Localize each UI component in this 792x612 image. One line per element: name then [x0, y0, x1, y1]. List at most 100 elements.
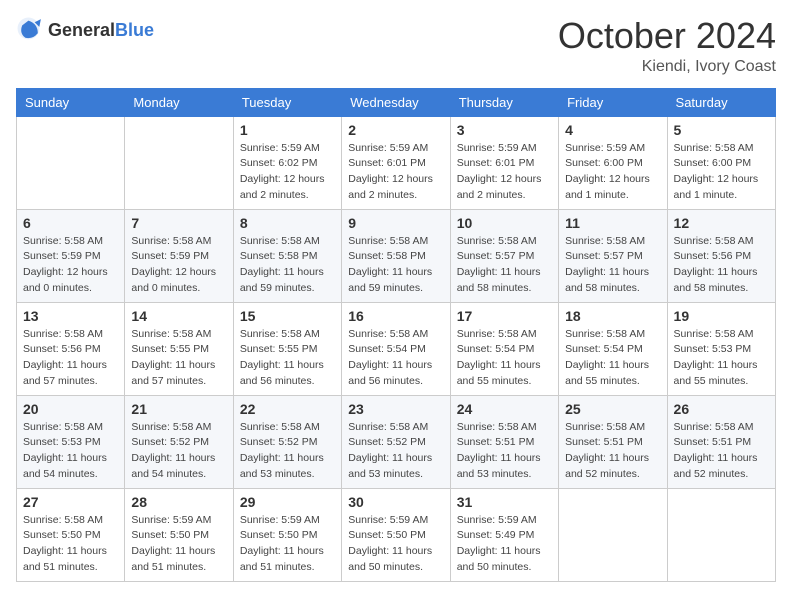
day-detail: Sunrise: 5:58 AMSunset: 5:54 PMDaylight:…	[565, 327, 660, 390]
day-detail: Sunrise: 5:58 AMSunset: 5:59 PMDaylight:…	[131, 234, 226, 297]
calendar-cell	[125, 116, 233, 209]
month-title: October 2024	[558, 16, 776, 56]
calendar-cell: 14Sunrise: 5:58 AMSunset: 5:55 PMDayligh…	[125, 302, 233, 395]
title-area: October 2024 Kiendi, Ivory Coast	[558, 16, 776, 76]
day-number: 7	[131, 215, 226, 231]
day-number: 31	[457, 494, 552, 510]
calendar-cell: 23 Sunrise: 5:58 AMSunset: 5:52 PMDayligh…	[342, 395, 450, 488]
calendar-cell: 25 Sunrise: 5:58 AMSunset: 5:51 PMDayligh…	[559, 395, 667, 488]
calendar-cell: 10 Sunrise: 5:58 AMSunset: 5:57 PMDayligh…	[450, 209, 558, 302]
day-detail: Sunrise: 5:59 AMSunset: 6:01 PMDaylight:…	[348, 141, 443, 204]
day-number: 29	[240, 494, 335, 510]
calendar-cell: 19 Sunrise: 5:58 AMSunset: 5:53 PMDayligh…	[667, 302, 775, 395]
calendar-cell: 9Sunrise: 5:58 AMSunset: 5:58 PMDaylight…	[342, 209, 450, 302]
calendar-cell: 16 Sunrise: 5:58 AMSunset: 5:54 PMDayligh…	[342, 302, 450, 395]
weekday-header-monday: Monday	[125, 88, 233, 116]
calendar-cell: 18 Sunrise: 5:58 AMSunset: 5:54 PMDayligh…	[559, 302, 667, 395]
calendar-cell: 24 Sunrise: 5:58 AMSunset: 5:51 PMDayligh…	[450, 395, 558, 488]
week-row-4: 27 Sunrise: 5:58 AMSunset: 5:50 PMDayligh…	[17, 488, 776, 581]
day-detail: Sunrise: 5:59 AMSunset: 5:50 PMDaylight:…	[348, 513, 443, 576]
week-row-3: 20Sunrise: 5:58 AMSunset: 5:53 PMDayligh…	[17, 395, 776, 488]
day-detail: Sunrise: 5:58 AMSunset: 5:56 PMDaylight:…	[674, 234, 769, 297]
weekday-header-tuesday: Tuesday	[233, 88, 341, 116]
day-number: 13	[23, 308, 118, 324]
day-number: 22	[240, 401, 335, 417]
calendar-cell: 29 Sunrise: 5:59 AMSunset: 5:50 PMDayligh…	[233, 488, 341, 581]
day-number: 14	[131, 308, 226, 324]
day-number: 1	[240, 122, 335, 138]
day-number: 9	[348, 215, 443, 231]
calendar-cell: 2 Sunrise: 5:59 AMSunset: 6:01 PMDaylight…	[342, 116, 450, 209]
logo-text-blue: Blue	[115, 20, 154, 40]
calendar-cell: 13 Sunrise: 5:58 AMSunset: 5:56 PMDayligh…	[17, 302, 125, 395]
day-detail: Sunrise: 5:59 AMSunset: 5:50 PMDaylight:…	[131, 513, 226, 576]
day-detail: Sunrise: 5:58 AMSunset: 5:53 PMDaylight:…	[674, 327, 769, 390]
day-detail: Sunrise: 5:58 AMSunset: 5:54 PMDaylight:…	[457, 327, 552, 390]
day-detail: Sunrise: 5:58 AMSunset: 5:55 PMDaylight:…	[240, 327, 335, 390]
day-detail: Sunrise: 5:58 AMSunset: 5:59 PMDaylight:…	[23, 234, 118, 297]
calendar-cell: 17Sunrise: 5:58 AMSunset: 5:54 PMDayligh…	[450, 302, 558, 395]
day-number: 3	[457, 122, 552, 138]
calendar-cell: 4Sunrise: 5:59 AMSunset: 6:00 PMDaylight…	[559, 116, 667, 209]
page-header: GeneralBlue October 2024 Kiendi, Ivory C…	[16, 16, 776, 76]
day-detail: Sunrise: 5:58 AMSunset: 5:51 PMDaylight:…	[457, 420, 552, 483]
day-number: 15	[240, 308, 335, 324]
calendar-cell: 30 Sunrise: 5:59 AMSunset: 5:50 PMDayligh…	[342, 488, 450, 581]
calendar-cell: 20Sunrise: 5:58 AMSunset: 5:53 PMDayligh…	[17, 395, 125, 488]
day-number: 6	[23, 215, 118, 231]
day-number: 19	[674, 308, 769, 324]
calendar-cell: 6 Sunrise: 5:58 AMSunset: 5:59 PMDaylight…	[17, 209, 125, 302]
day-number: 25	[565, 401, 660, 417]
day-detail: Sunrise: 5:59 AMSunset: 6:02 PMDaylight:…	[240, 141, 335, 204]
calendar-cell: 27 Sunrise: 5:58 AMSunset: 5:50 PMDayligh…	[17, 488, 125, 581]
week-row-1: 6 Sunrise: 5:58 AMSunset: 5:59 PMDaylight…	[17, 209, 776, 302]
calendar-cell: 22Sunrise: 5:58 AMSunset: 5:52 PMDayligh…	[233, 395, 341, 488]
day-number: 23	[348, 401, 443, 417]
day-detail: Sunrise: 5:58 AMSunset: 5:54 PMDaylight:…	[348, 327, 443, 390]
day-number: 16	[348, 308, 443, 324]
day-number: 2	[348, 122, 443, 138]
day-detail: Sunrise: 5:58 AMSunset: 5:56 PMDaylight:…	[23, 327, 118, 390]
day-number: 4	[565, 122, 660, 138]
day-detail: Sunrise: 5:58 AMSunset: 5:51 PMDaylight:…	[674, 420, 769, 483]
day-number: 10	[457, 215, 552, 231]
calendar-cell: 8Sunrise: 5:58 AMSunset: 5:58 PMDaylight…	[233, 209, 341, 302]
calendar-cell	[17, 116, 125, 209]
day-detail: Sunrise: 5:59 AMSunset: 5:49 PMDaylight:…	[457, 513, 552, 576]
weekday-header-saturday: Saturday	[667, 88, 775, 116]
day-detail: Sunrise: 5:59 AMSunset: 5:50 PMDaylight:…	[240, 513, 335, 576]
weekday-header-thursday: Thursday	[450, 88, 558, 116]
calendar-cell: 21 Sunrise: 5:58 AMSunset: 5:52 PMDayligh…	[125, 395, 233, 488]
week-row-2: 13 Sunrise: 5:58 AMSunset: 5:56 PMDayligh…	[17, 302, 776, 395]
calendar-cell: 3 Sunrise: 5:59 AMSunset: 6:01 PMDaylight…	[450, 116, 558, 209]
calendar-table: SundayMondayTuesdayWednesdayThursdayFrid…	[16, 88, 776, 582]
day-number: 20	[23, 401, 118, 417]
day-detail: Sunrise: 5:58 AMSunset: 5:57 PMDaylight:…	[565, 234, 660, 297]
weekday-header-sunday: Sunday	[17, 88, 125, 116]
weekday-header-row: SundayMondayTuesdayWednesdayThursdayFrid…	[17, 88, 776, 116]
week-row-0: 1 Sunrise: 5:59 AMSunset: 6:02 PMDaylight…	[17, 116, 776, 209]
day-number: 27	[23, 494, 118, 510]
day-detail: Sunrise: 5:58 AMSunset: 5:52 PMDaylight:…	[131, 420, 226, 483]
day-detail: Sunrise: 5:58 AMSunset: 5:57 PMDaylight:…	[457, 234, 552, 297]
day-detail: Sunrise: 5:58 AMSunset: 5:52 PMDaylight:…	[348, 420, 443, 483]
calendar-cell: 1 Sunrise: 5:59 AMSunset: 6:02 PMDaylight…	[233, 116, 341, 209]
day-detail: Sunrise: 5:59 AMSunset: 6:01 PMDaylight:…	[457, 141, 552, 204]
weekday-header-friday: Friday	[559, 88, 667, 116]
day-number: 24	[457, 401, 552, 417]
day-number: 30	[348, 494, 443, 510]
logo-text-general: General	[48, 20, 115, 40]
calendar-cell: 7 Sunrise: 5:58 AMSunset: 5:59 PMDaylight…	[125, 209, 233, 302]
calendar-cell: 5Sunrise: 5:58 AMSunset: 6:00 PMDaylight…	[667, 116, 775, 209]
logo-icon	[16, 16, 44, 44]
day-number: 21	[131, 401, 226, 417]
calendar-cell	[667, 488, 775, 581]
day-detail: Sunrise: 5:58 AMSunset: 5:51 PMDaylight:…	[565, 420, 660, 483]
day-number: 18	[565, 308, 660, 324]
day-detail: Sunrise: 5:58 AMSunset: 5:50 PMDaylight:…	[23, 513, 118, 576]
logo: GeneralBlue	[16, 16, 154, 44]
calendar-cell: 31 Sunrise: 5:59 AMSunset: 5:49 PMDayligh…	[450, 488, 558, 581]
calendar-cell	[559, 488, 667, 581]
calendar-cell: 15 Sunrise: 5:58 AMSunset: 5:55 PMDayligh…	[233, 302, 341, 395]
day-number: 12	[674, 215, 769, 231]
